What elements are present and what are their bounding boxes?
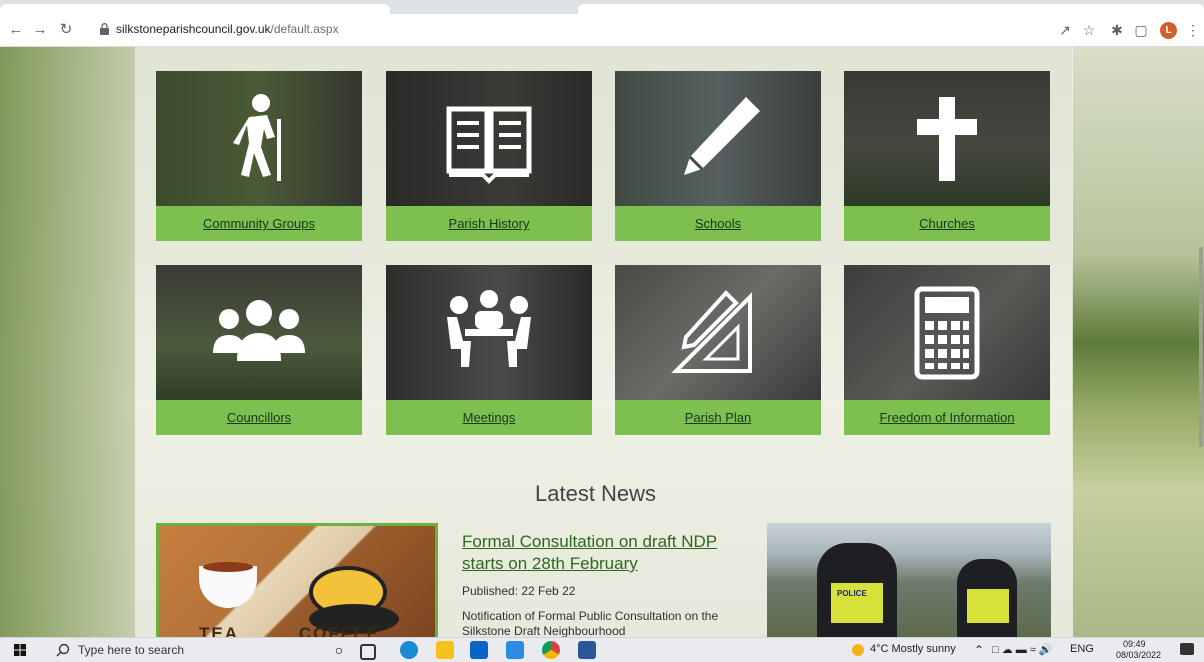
tea-surface	[203, 562, 253, 572]
tray-app-icons[interactable]: □ ☁ ▬ ≈ 🔊	[992, 643, 1053, 656]
calculator-icon	[914, 286, 980, 380]
scrollbar-thumb[interactable]	[1199, 247, 1203, 447]
taskbar-search-box[interactable]: Type here to search	[44, 638, 284, 662]
bookmark-star-icon[interactable]: ☆	[1080, 21, 1098, 39]
tile-image	[386, 265, 592, 400]
search-placeholder: Type here to search	[78, 643, 185, 657]
tile-freedom-of-information[interactable]: Freedom of Information	[844, 265, 1050, 435]
tile-image	[615, 71, 821, 206]
clock-time[interactable]: 09:49	[1123, 639, 1146, 649]
weather-sun-icon[interactable]	[852, 644, 864, 656]
windows-start-icon[interactable]	[14, 644, 26, 656]
browser-toolbar: ← → ↻ silkstoneparishcouncil.gov.uk/defa…	[0, 14, 1204, 47]
tile-meetings[interactable]: Meetings	[386, 265, 592, 435]
tile-image	[615, 265, 821, 400]
news-published-date: Published: 22 Feb 22	[462, 584, 576, 598]
clock-date[interactable]: 08/03/2022	[1116, 650, 1161, 660]
police-label: POLICE	[837, 589, 867, 598]
latest-news-heading: Latest News	[535, 481, 657, 506]
edge-browser-icon[interactable]	[400, 641, 418, 659]
url-path: /default.aspx	[270, 22, 339, 36]
cortana-circle-icon[interactable]: ○	[330, 641, 348, 659]
reload-icon[interactable]: ↻	[56, 20, 76, 40]
extensions-puzzle-icon[interactable]: ✱	[1108, 21, 1126, 39]
chevron-up-icon[interactable]: ⌃	[974, 643, 984, 657]
tile-label[interactable]: Churches	[844, 206, 1050, 241]
news-image-tea-coffee[interactable]: TEA COFFEE	[156, 523, 438, 637]
store-icon[interactable]	[506, 641, 524, 659]
open-book-icon	[446, 106, 532, 184]
url-host: silkstoneparishcouncil.gov.uk	[116, 22, 271, 36]
menu-kebab-icon[interactable]: ⋮	[1184, 21, 1202, 39]
image-caption-text: TEA COFFEE	[199, 624, 380, 637]
browser-tab[interactable]	[0, 4, 390, 14]
tile-councillors[interactable]: Councillors	[156, 265, 362, 435]
file-explorer-icon[interactable]	[436, 641, 454, 659]
search-icon	[56, 643, 70, 657]
tile-parish-history[interactable]: Parish History	[386, 71, 592, 241]
hi-vis-vest	[967, 589, 1009, 623]
tile-label[interactable]: Councillors	[156, 400, 362, 435]
news-image-police[interactable]: POLICE	[767, 523, 1051, 637]
tile-label[interactable]: Community Groups	[156, 206, 362, 241]
address-bar[interactable]: silkstoneparishcouncil.gov.uk/default.as…	[94, 18, 1094, 42]
lock-icon	[100, 23, 109, 35]
pencil-icon	[684, 97, 760, 175]
meeting-table-icon	[447, 290, 531, 367]
background-landscape-right	[1072, 47, 1204, 637]
hiker-icon	[233, 94, 281, 181]
tile-label[interactable]: Parish History	[386, 206, 592, 241]
url-text: silkstoneparishcouncil.gov.uk/default.as…	[116, 22, 339, 36]
profile-avatar[interactable]: L	[1160, 22, 1177, 39]
ruler-pencil-icon	[671, 290, 752, 373]
tea-cup-shape	[199, 566, 257, 608]
task-view-icon[interactable]	[360, 644, 376, 660]
back-arrow-icon[interactable]: ←	[6, 20, 26, 40]
tile-community-groups[interactable]: Community Groups	[156, 71, 362, 241]
forward-arrow-icon[interactable]: →	[30, 20, 50, 40]
share-icon[interactable]: ↗	[1056, 21, 1074, 39]
tile-churches[interactable]: Churches	[844, 71, 1050, 241]
tile-schools[interactable]: Schools	[615, 71, 821, 241]
tile-image	[844, 265, 1050, 400]
tile-image	[386, 71, 592, 206]
tile-image	[156, 71, 362, 206]
tab-strip	[0, 0, 1204, 14]
news-item: Formal Consultation on draft NDP starts …	[462, 531, 742, 637]
page-viewport: Community Groups Parish History Schools	[0, 47, 1204, 637]
tile-label[interactable]: Freedom of Information	[844, 400, 1050, 435]
tile-parish-plan[interactable]: Parish Plan	[615, 265, 821, 435]
word-icon[interactable]	[578, 641, 596, 659]
tile-image	[844, 71, 1050, 206]
news-summary: Notification of Formal Public Consultati…	[462, 609, 719, 637]
language-indicator[interactable]: ENG	[1070, 643, 1094, 655]
os-taskbar: Type here to search ○ 4°C Mostly sunny ⌃…	[0, 637, 1204, 662]
mail-icon[interactable]	[470, 641, 488, 659]
news-headline-link[interactable]: Formal Consultation on draft NDP starts …	[462, 531, 742, 575]
tile-image	[156, 265, 362, 400]
page-scrollbar[interactable]	[1198, 47, 1204, 637]
notifications-icon[interactable]	[1180, 643, 1194, 655]
tile-label[interactable]: Schools	[615, 206, 821, 241]
tile-label[interactable]: Parish Plan	[615, 400, 821, 435]
side-panel-icon[interactable]: ▢	[1132, 21, 1150, 39]
cross-icon	[917, 97, 977, 181]
weather-text[interactable]: 4°C Mostly sunny	[870, 643, 956, 655]
background-foliage-left	[0, 47, 135, 637]
browser-tab[interactable]	[578, 4, 1204, 14]
chrome-icon[interactable]	[542, 641, 560, 659]
people-group-icon	[213, 300, 305, 361]
tile-label[interactable]: Meetings	[386, 400, 592, 435]
